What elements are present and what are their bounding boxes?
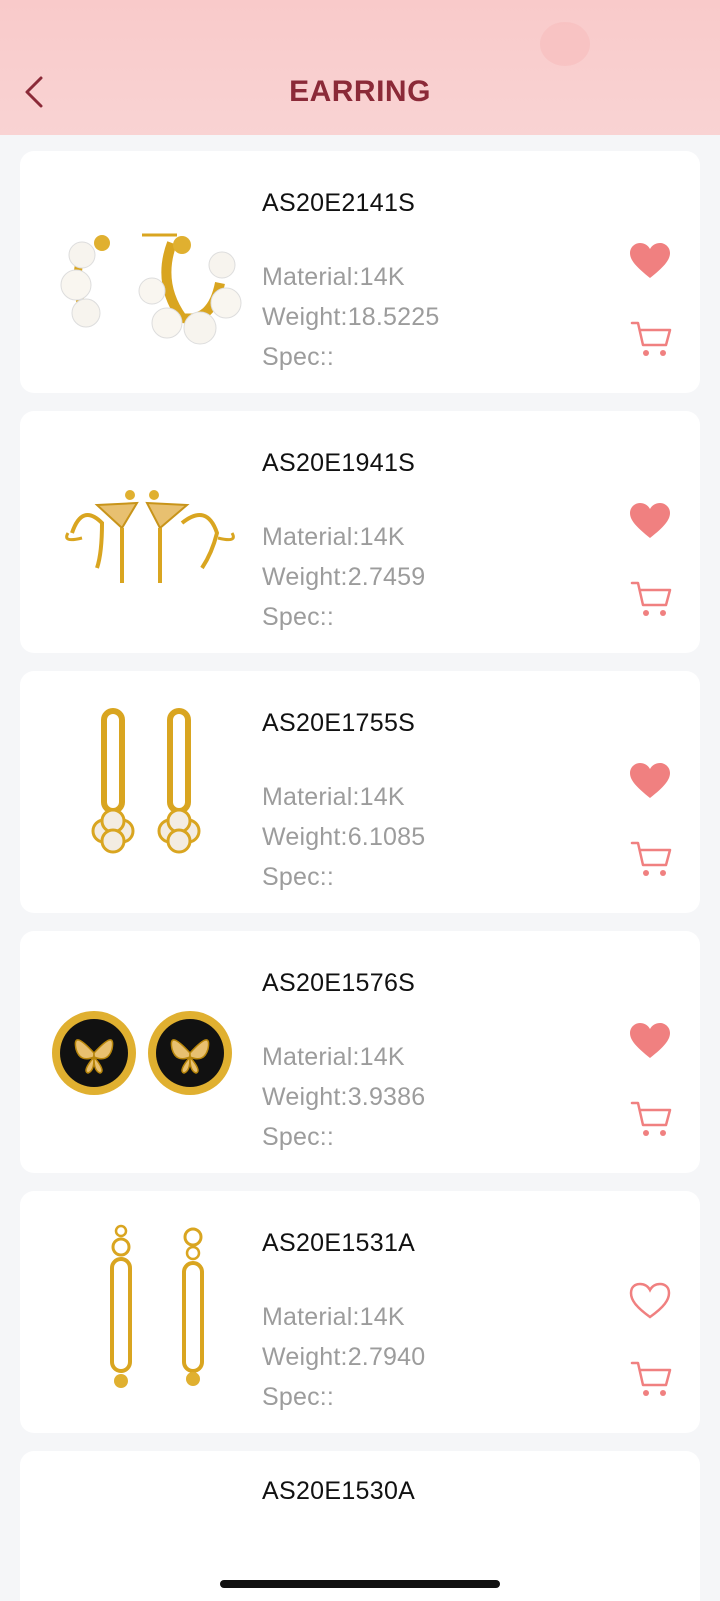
product-code: AS20E1576S [262,969,416,997]
product-image-wing-cuffs[interactable] [42,433,242,633]
product-material: Material:14K [262,783,405,811]
page-title: EARRING [289,75,431,108]
product-spec: Spec:: [262,1123,335,1151]
product-code: AS20E1530A [262,1477,416,1505]
cart-icon[interactable] [630,839,672,879]
product-material: Material:14K [262,1303,405,1331]
product-code: AS20E2141S [262,189,416,217]
product-code: AS20E1755S [262,709,416,737]
product-code: AS20E1941S [262,449,416,477]
product-image-pearl-hoops[interactable] [42,173,242,373]
product-spec: Spec:: [262,1383,335,1411]
product-weight: Weight:2.7940 [262,1343,426,1371]
header-decoration [540,22,590,66]
product-material: Material:14K [262,523,405,551]
product-material: Material:14K [262,263,405,291]
app-header: EARRING [0,0,720,135]
product-spec: Spec:: [262,603,335,631]
heart-icon[interactable] [628,761,672,801]
cart-icon[interactable] [630,319,672,359]
product-material: Material:14K [262,1043,405,1071]
product-card[interactable]: AS20E1576S Material:14K Weight:3.9386 Sp… [20,931,700,1173]
product-weight: Weight:3.9386 [262,1083,426,1111]
product-card[interactable]: AS20E1941S Material:14K Weight:2.7459 Sp… [20,411,700,653]
cart-icon[interactable] [630,1359,672,1399]
product-card[interactable]: AS20E2141S Material:14K Weight:18.5225 S… [20,151,700,393]
product-spec: Spec:: [262,343,335,371]
product-weight: Weight:6.1085 [262,823,426,851]
product-card[interactable]: AS20E1530A [20,1451,700,1601]
product-weight: Weight:18.5225 [262,303,440,331]
heart-icon[interactable] [628,501,672,541]
product-card[interactable]: AS20E1531A Material:14K Weight:2.7940 Sp… [20,1191,700,1433]
cart-icon[interactable] [630,579,672,619]
heart-icon[interactable] [628,241,672,281]
product-image-clover-drops[interactable] [42,693,242,893]
product-weight: Weight:2.7459 [262,563,426,591]
product-spec: Spec:: [262,863,335,891]
cart-icon[interactable] [630,1099,672,1139]
product-image-butterfly-studs[interactable] [42,953,242,1153]
product-image-link-drops[interactable] [42,1213,242,1413]
product-card[interactable]: AS20E1755S Material:14K Weight:6.1085 Sp… [20,671,700,913]
product-code: AS20E1531A [262,1229,416,1257]
home-indicator[interactable] [220,1580,500,1588]
heart-icon[interactable] [628,1021,672,1061]
heart-outline-icon[interactable] [628,1281,672,1321]
